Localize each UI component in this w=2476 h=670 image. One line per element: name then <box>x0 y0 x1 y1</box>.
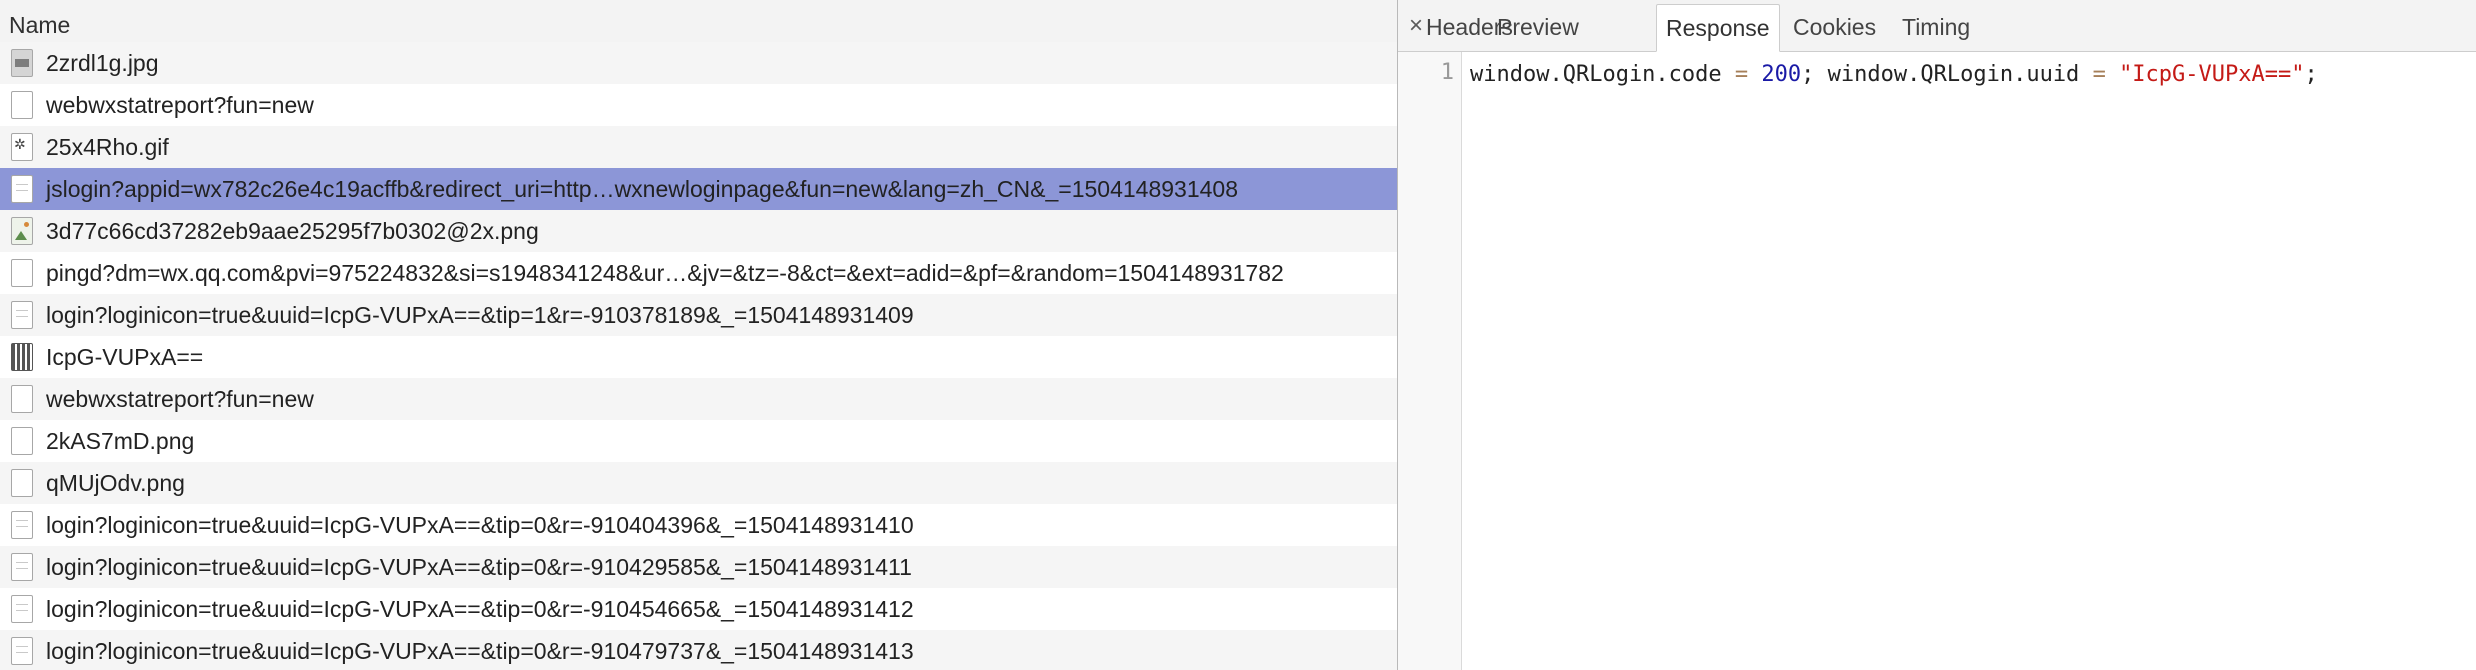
request-row[interactable]: webwxstatreport?fun=new <box>0 84 1397 126</box>
blank-file-icon <box>11 259 33 287</box>
blank-file-icon <box>11 91 33 119</box>
request-name: 2kAS7mD.png <box>46 428 195 454</box>
line-number: 1 <box>1440 60 1454 85</box>
request-name: login?loginicon=true&uuid=IcpG-VUPxA==&t… <box>46 512 914 538</box>
blank-file-icon <box>11 385 33 413</box>
image-file-icon <box>11 217 33 245</box>
details-tab-bar: × Headers Preview Response Cookies Timin… <box>1398 0 2476 52</box>
code-token-op: = <box>1734 62 1749 87</box>
blank-file-icon <box>11 469 33 497</box>
request-row-selected[interactable]: jslogin?appid=wx782c26e4c19acffb&redirec… <box>0 168 1397 210</box>
request-name: pingd?dm=wx.qq.com&pvi=975224832&si=s194… <box>46 260 1284 286</box>
tab-timing[interactable]: Timing <box>1893 4 1979 52</box>
script-file-icon <box>11 301 33 329</box>
request-name: 2zrdl1g.jpg <box>46 50 159 76</box>
script-file-icon <box>11 511 33 539</box>
request-name: IcpG-VUPxA== <box>46 344 204 370</box>
request-row[interactable]: 2zrdl1g.jpg <box>0 42 1397 84</box>
request-row[interactable]: login?loginicon=true&uuid=IcpG-VUPxA==&t… <box>0 546 1397 588</box>
devtools-network-panel: Name 2zrdl1g.jpg webwxstatreport?fun=new 2… <box>0 0 2476 670</box>
request-details-panel: × Headers Preview Response Cookies Timin… <box>1398 0 2476 670</box>
request-row[interactable]: webwxstatreport?fun=new <box>0 378 1397 420</box>
script-file-icon <box>11 175 33 203</box>
script-file-icon <box>11 595 33 623</box>
name-column-label: Name <box>9 12 71 38</box>
tab-response[interactable]: Response <box>1656 4 1780 52</box>
code-token-str: "IcpG-VUPxA==" <box>2119 62 2305 87</box>
request-name: qMUjOdv.png <box>46 470 185 496</box>
request-name: login?loginicon=true&uuid=IcpG-VUPxA==&t… <box>46 596 914 622</box>
request-row[interactable]: 25x4Rho.gif <box>0 126 1397 168</box>
blank-file-icon <box>11 427 33 455</box>
request-list: Name 2zrdl1g.jpg webwxstatreport?fun=new 2… <box>0 0 1397 670</box>
response-code: window.QRLogin.code = 200; window.QRLogi… <box>1470 58 2318 92</box>
script-file-icon <box>11 637 33 665</box>
request-name: jslogin?appid=wx782c26e4c19acffb&redirec… <box>46 176 1238 202</box>
request-name: 25x4Rho.gif <box>46 134 169 160</box>
request-row[interactable]: 2kAS7mD.png <box>0 420 1397 462</box>
request-row[interactable]: IcpG-VUPxA== <box>0 336 1397 378</box>
code-token-plain: ; <box>2304 62 2318 87</box>
request-name: login?loginicon=true&uuid=IcpG-VUPxA==&t… <box>46 638 914 664</box>
request-row[interactable]: 3d77c66cd37282eb9aae25295f7b0302@2x.png <box>0 210 1397 252</box>
request-name: login?loginicon=true&uuid=IcpG-VUPxA==&t… <box>46 554 912 580</box>
request-name: 3d77c66cd37282eb9aae25295f7b0302@2x.png <box>46 218 539 244</box>
request-name: webwxstatreport?fun=new <box>46 92 314 118</box>
line-number-gutter: 1 <box>1398 52 1462 670</box>
request-row[interactable]: login?loginicon=true&uuid=IcpG-VUPxA==&t… <box>0 504 1397 546</box>
code-token-plain: ; window.QRLogin.uuid <box>1801 62 2093 87</box>
qr-image-icon <box>11 343 33 371</box>
tab-preview[interactable]: Preview <box>1488 4 1588 52</box>
image-dark-file-icon <box>11 49 33 77</box>
request-name: login?loginicon=true&uuid=IcpG-VUPxA==&t… <box>46 302 914 328</box>
script-file-icon <box>11 553 33 581</box>
request-row[interactable]: login?loginicon=true&uuid=IcpG-VUPxA==&t… <box>0 294 1397 336</box>
request-name: webwxstatreport?fun=new <box>46 386 314 412</box>
request-row[interactable]: login?loginicon=true&uuid=IcpG-VUPxA==&t… <box>0 588 1397 630</box>
code-token-num: 200 <box>1761 62 1802 87</box>
tab-cookies[interactable]: Cookies <box>1784 4 1885 52</box>
code-token-plain: window.QRLogin.code <box>1470 62 1735 87</box>
request-row[interactable]: login?loginicon=true&uuid=IcpG-VUPxA==&t… <box>0 630 1397 670</box>
request-row[interactable]: qMUjOdv.png <box>0 462 1397 504</box>
gif-file-icon <box>11 133 33 161</box>
request-row[interactable]: pingd?dm=wx.qq.com&pvi=975224832&si=s194… <box>0 252 1397 294</box>
code-token-op: = <box>2092 62 2106 87</box>
